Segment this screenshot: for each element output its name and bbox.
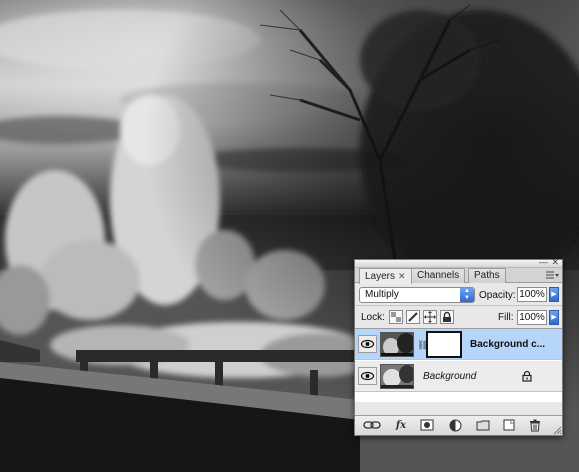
fx-icon[interactable]: fx — [389, 419, 413, 432]
tab-paths[interactable]: Paths — [468, 268, 506, 283]
tab-label: Layers — [365, 271, 396, 282]
tab-layers[interactable]: Layers ✕ — [359, 268, 412, 284]
palette-tab-bar: Layers ✕ Channels Paths — [355, 268, 562, 284]
layer-mask-thumbnail[interactable] — [426, 331, 462, 358]
opacity-label: Opacity: — [479, 290, 516, 301]
brush-icon[interactable] — [406, 310, 420, 324]
palette-title-bar[interactable]: — ✕ — [355, 258, 562, 268]
move-icon[interactable] — [423, 310, 437, 324]
trash-icon[interactable] — [527, 419, 543, 432]
link-layers-icon[interactable] — [361, 419, 383, 432]
fill-input[interactable]: 100% — [517, 310, 547, 325]
eye-icon[interactable] — [358, 367, 377, 385]
palette-menu-icon[interactable] — [545, 270, 559, 281]
fill-label: Fill: — [498, 312, 514, 323]
opacity-input[interactable]: 100% — [517, 287, 547, 302]
blend-mode-select[interactable]: Multiply ▲ ▼ — [359, 287, 475, 303]
layer-thumbnail — [380, 332, 414, 357]
lock-label: Lock: — [361, 312, 385, 323]
transparency-lock-icon[interactable] — [389, 310, 403, 324]
lock-row: Lock: Fill: 100% ▶ — [355, 306, 562, 329]
tab-label: Channels — [417, 270, 460, 281]
lock-icon — [522, 370, 532, 382]
blend-mode-value: Multiply — [365, 289, 399, 300]
layer-name: Background c... — [470, 339, 546, 350]
layer-name: Background — [423, 371, 477, 382]
blend-row: Multiply ▲ ▼ Opacity: 100% ▶ — [355, 283, 562, 306]
layer-row-background[interactable]: Background — [355, 361, 562, 392]
collapse-button[interactable]: — — [539, 258, 548, 267]
select-arrows-icon: ▲ ▼ — [460, 288, 474, 302]
layers-list: ⛓ Background c... Background — [355, 329, 562, 402]
tab-label: Paths — [474, 270, 500, 281]
layer-row-background-copy[interactable]: ⛓ Background c... — [355, 329, 562, 360]
eye-icon[interactable] — [358, 335, 377, 353]
new-layer-icon[interactable] — [501, 419, 517, 432]
resize-grip-icon[interactable] — [552, 425, 562, 435]
adjustment-layer-icon[interactable] — [447, 419, 465, 432]
tab-channels[interactable]: Channels — [411, 268, 466, 283]
palette-footer: fx — [355, 415, 562, 435]
layers-palette: — ✕ Layers ✕ Channels Paths Multiply ▲ ▼ O… — [354, 258, 563, 436]
tab-close-icon[interactable]: ✕ — [398, 271, 406, 281]
layer-thumbnail — [380, 364, 414, 389]
close-palette-button[interactable]: ✕ — [551, 258, 559, 267]
opacity-slider-button[interactable]: ▶ — [549, 287, 559, 302]
lock-icon[interactable] — [440, 310, 454, 324]
new-group-icon[interactable] — [475, 419, 491, 432]
add-mask-icon[interactable] — [419, 419, 435, 432]
fill-slider-button[interactable]: ▶ — [549, 310, 559, 325]
